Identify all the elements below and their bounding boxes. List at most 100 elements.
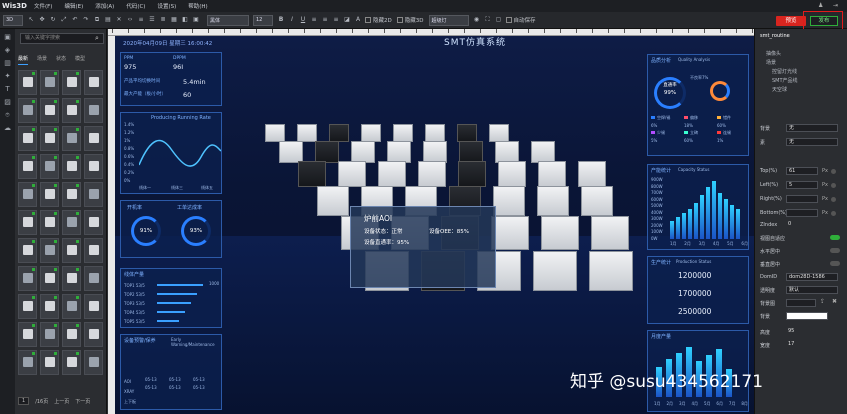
underline-icon[interactable]: U [299,16,307,24]
hide-3d-checkbox[interactable] [396,17,403,23]
screenshot-icon[interactable]: ▢ [495,16,503,24]
preview-button[interactable]: 预览 [776,16,806,26]
model-thumbnail[interactable] [18,126,37,151]
smt-machine[interactable] [533,251,577,291]
redo-icon[interactable]: ↷ [82,16,90,24]
right-radio[interactable] [831,197,836,202]
text-icon[interactable]: T [3,85,12,94]
smt-machine[interactable] [298,161,326,187]
model-thumbnail[interactable] [84,98,103,123]
model-thumbnail[interactable] [84,266,103,291]
smt-machine[interactable] [457,124,477,142]
right-input[interactable] [786,195,818,203]
tab-status[interactable]: 状态 [56,55,66,65]
model-thumbnail[interactable] [62,350,81,375]
auto-save-checkbox[interactable] [505,17,512,23]
menu-add[interactable]: 添加(A) [95,2,114,10]
bold-icon[interactable]: B [277,16,285,24]
model-thumbnail[interactable] [84,182,103,207]
tree-item-light[interactable]: 控留灯光线 [772,68,797,75]
height-input[interactable]: 95 [786,328,818,336]
upload-icon[interactable]: ⇪ [820,298,825,305]
smt-machine[interactable] [578,161,606,187]
border-select[interactable]: 无 [786,138,838,146]
hide-2d-toggle[interactable]: 隐藏2D [365,16,392,24]
model-icon[interactable]: ◈ [3,46,12,55]
menu-code[interactable]: 代码(C) [126,2,145,10]
fullscreen-icon[interactable]: ⛶ [484,16,492,24]
smt-machine[interactable] [387,141,411,163]
left-radio[interactable] [831,183,836,188]
smt-machine[interactable] [279,141,303,163]
smt-machine[interactable] [418,161,446,187]
model-thumbnail[interactable] [62,126,81,151]
model-thumbnail[interactable] [40,350,59,375]
fill-color-icon[interactable]: ◪ [343,16,351,24]
menu-file[interactable]: 文件(F) [34,2,52,10]
code-icon[interactable]: ‹› [126,16,134,24]
text-color-icon[interactable]: A [354,16,362,24]
model-thumbnail[interactable] [84,70,103,95]
move-icon[interactable]: ✥ [38,16,46,24]
model-thumbnail[interactable] [84,154,103,179]
align-right-icon[interactable]: ≣ [159,16,167,24]
smt-machine[interactable] [378,161,406,187]
top-radio[interactable] [831,169,836,174]
chart-icon[interactable]: ▥ [3,59,12,68]
smt-machine[interactable] [531,141,555,163]
model-thumbnail[interactable] [62,266,81,291]
model-thumbnail[interactable] [40,210,59,235]
text-align-right-icon[interactable]: ≡ [332,16,340,24]
bg-color-swatch[interactable] [786,312,828,320]
model-thumbnail[interactable] [18,210,37,235]
smt-machine[interactable] [498,161,526,187]
smt-machine[interactable] [491,216,529,250]
smt-machine[interactable] [351,141,375,163]
smt-machine[interactable] [329,124,349,142]
smt-machine[interactable] [459,141,483,163]
opacity-select[interactable]: 默认 [786,286,838,294]
top-input[interactable]: 61 [786,167,818,175]
user-icon[interactable]: ♟ [818,2,823,9]
select-icon[interactable]: ↖ [27,16,35,24]
model-thumbnail[interactable] [62,154,81,179]
zindex-input[interactable]: 0 [786,221,818,229]
paste-icon[interactable]: ▤ [104,16,112,24]
font-select[interactable]: 黑体 [207,14,249,26]
model-thumbnail[interactable] [84,210,103,235]
model-thumbnail[interactable] [40,322,59,347]
model-thumbnail[interactable] [40,154,59,179]
smt-machine[interactable] [489,124,509,142]
model-thumbnail[interactable] [62,70,81,95]
smt-machine[interactable] [495,141,519,163]
trash-icon[interactable]: ✖ [832,298,837,305]
smt-machine[interactable] [317,186,349,216]
page-number-input[interactable]: 1 [18,397,30,405]
delete-icon[interactable]: ✕ [115,16,123,24]
rotate-icon[interactable]: ↻ [49,16,57,24]
smt-machine[interactable] [393,124,413,142]
smt-machine[interactable] [297,124,317,142]
align-center-icon[interactable]: ☰ [148,16,156,24]
model-thumbnail[interactable] [40,126,59,151]
menu-edit[interactable]: 编辑(E) [64,2,83,10]
tree-item-smt-line[interactable]: SMT产品线 [772,77,798,84]
logout-icon[interactable]: ⇥ [833,2,838,9]
tree-item-skybox[interactable]: 天空球 [772,86,787,93]
model-thumbnail[interactable] [84,322,103,347]
smt-scene[interactable]: SMT仿真系统 2020年04月09日 星期三 16:00:42 PPM 975… [115,36,754,414]
image-icon[interactable]: ▨ [3,98,12,107]
model-thumbnail[interactable] [62,294,81,319]
map-pin-icon[interactable]: ⌾ [3,111,12,120]
cloud-icon[interactable]: ☁ [3,124,12,133]
model-thumbnail[interactable] [40,98,59,123]
model-thumbnail[interactable] [84,238,103,263]
smt-machine[interactable] [315,141,339,163]
width-input[interactable]: 17 [786,341,818,349]
next-page-button[interactable]: 下一页 [75,398,90,405]
model-thumbnail[interactable] [84,126,103,151]
font-size-select[interactable]: 12 [253,14,273,26]
bg-image-input[interactable] [786,299,816,307]
effect-icon[interactable]: ✦ [3,72,12,81]
model-thumbnail[interactable] [18,182,37,207]
